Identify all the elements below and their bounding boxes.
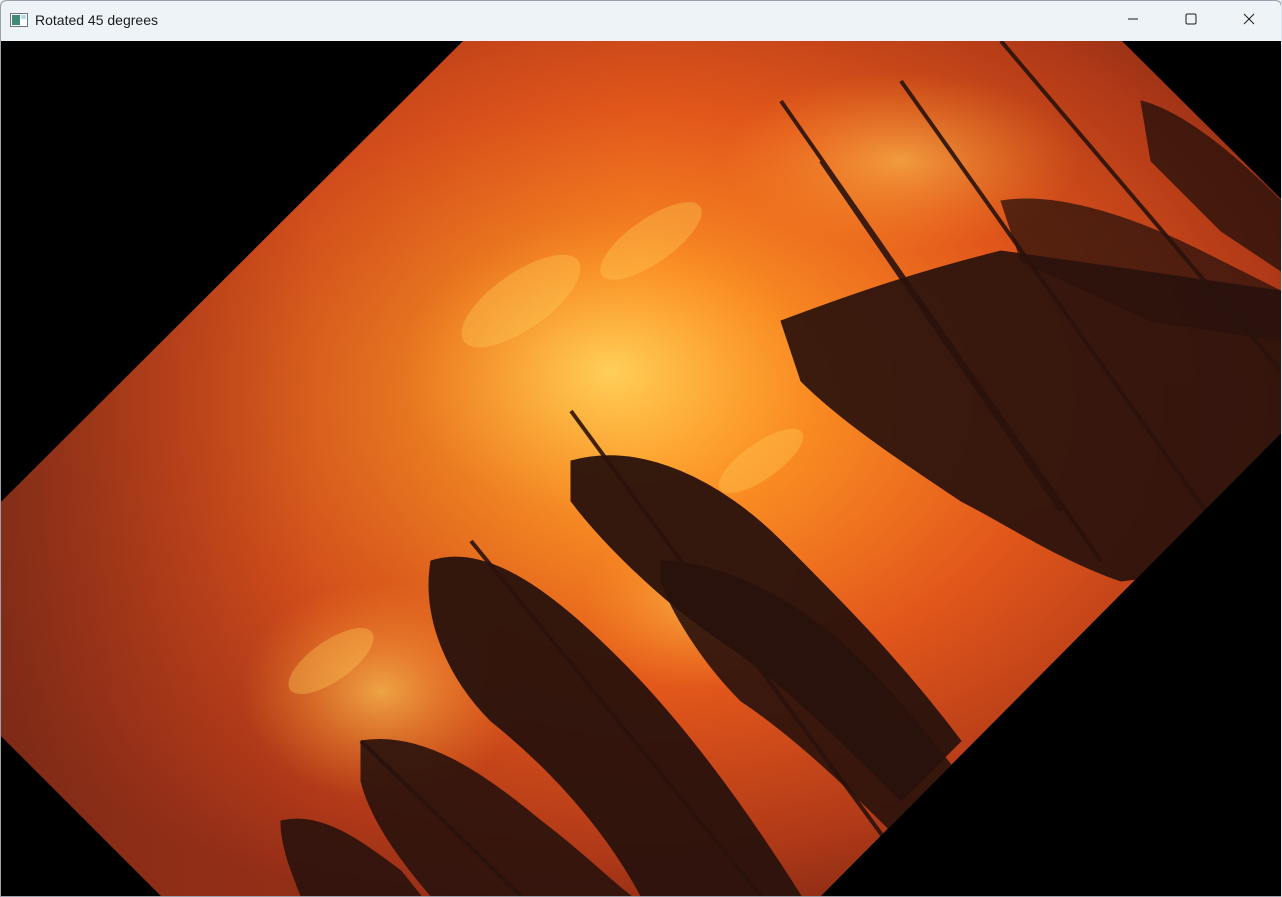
image-window: Rotated 45 degrees: [0, 0, 1282, 897]
close-icon: [1243, 12, 1255, 30]
minimize-icon: [1127, 12, 1139, 30]
close-button[interactable]: [1220, 1, 1278, 41]
image-viewer-app-icon: [10, 13, 28, 27]
title-bar[interactable]: Rotated 45 degrees: [1, 1, 1281, 41]
maximize-icon: [1185, 12, 1197, 30]
minimize-button[interactable]: [1104, 1, 1162, 41]
image-canvas: [1, 41, 1281, 896]
rotated-forest-fire-image: [1, 41, 1281, 896]
window-title: Rotated 45 degrees: [35, 12, 158, 28]
maximize-button[interactable]: [1162, 1, 1220, 41]
